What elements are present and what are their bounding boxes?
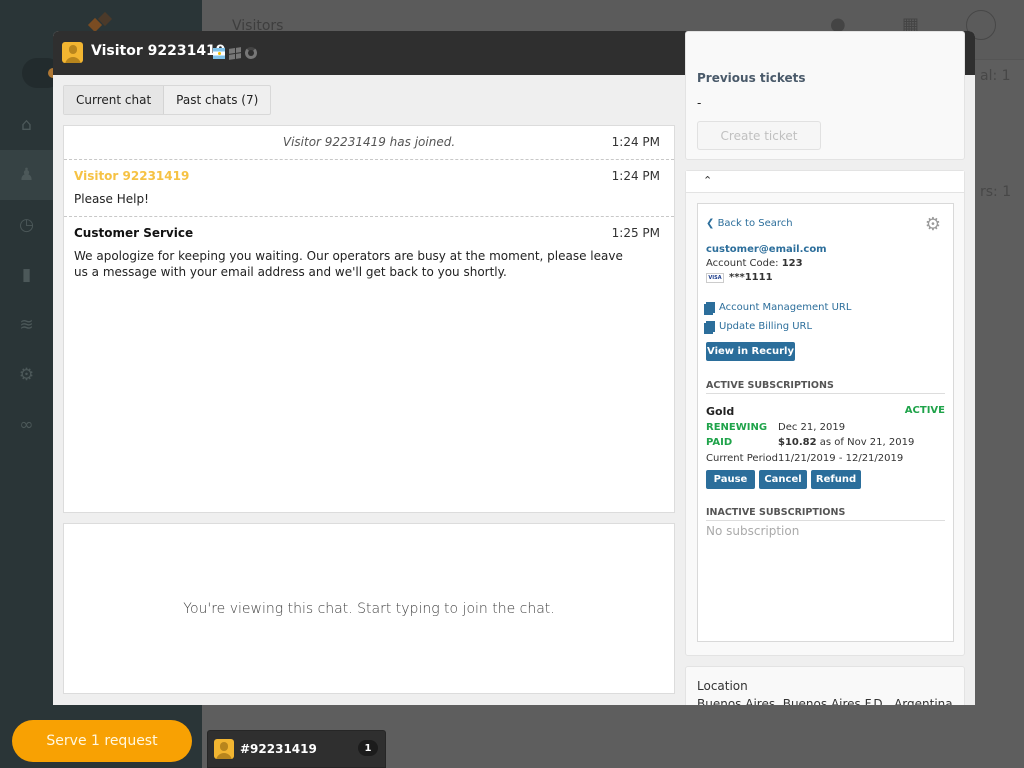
previous-tickets-heading: Previous tickets — [697, 71, 806, 85]
message-time: 1:25 PM — [611, 226, 660, 240]
location-value: Buenos Aires, Buenos Aires F.D., Argenti… — [697, 697, 953, 705]
browser-icon — [245, 47, 257, 59]
message-time: 1:24 PM — [611, 135, 660, 149]
inactive-subscriptions-value: No subscription — [706, 524, 800, 538]
windows-icon — [229, 46, 241, 60]
chat-transcript: Visitor 92231419 has joined. 1:24 PM Vis… — [63, 125, 675, 513]
argentina-flag-icon — [213, 47, 225, 59]
unread-badge: 1 — [358, 740, 378, 756]
nav-home-icon[interactable]: ⌂ — [0, 100, 53, 150]
card-last4: ***1111 — [729, 272, 773, 283]
chevron-up-icon: ⌃ — [703, 174, 713, 187]
paid-value: $10.82 as of Nov 21, 2019 — [778, 437, 915, 448]
copy-icon — [704, 321, 715, 334]
nav-history-icon[interactable]: ◷ — [0, 200, 53, 250]
message-author: Customer Service — [74, 226, 194, 240]
subscription-status: ACTIVE — [904, 405, 945, 416]
chat-tab-label: #92231419 — [240, 742, 317, 756]
modal-title: Visitor 92231419 — [91, 43, 226, 59]
view-in-recurly-button[interactable]: View in Recurly — [706, 342, 795, 361]
subscription-actions: Pause Cancel Refund — [706, 470, 861, 489]
recurly-panel: ❮ Back to Search ⚙ customer@email.com Ac… — [697, 203, 954, 642]
visa-icon: VISA — [706, 272, 724, 283]
collapse-toggle[interactable]: ⌃ — [686, 171, 964, 193]
copy-icon — [704, 302, 715, 315]
message-text: We apologize for keeping you waiting. Ou… — [74, 249, 623, 279]
nav-visitors-icon[interactable]: ♟ — [0, 150, 53, 200]
nav-settings-icon[interactable]: ⚙ — [0, 350, 53, 400]
message-time: 1:24 PM — [611, 169, 660, 183]
nav-analytics-icon[interactable]: ▮ — [0, 250, 53, 300]
cancel-button[interactable]: Cancel — [759, 470, 807, 489]
refund-button[interactable]: Refund — [811, 470, 861, 489]
visitor-avatar-icon — [62, 42, 83, 63]
tab-past-chats[interactable]: Past chats (7) — [164, 86, 270, 114]
gear-icon[interactable]: ⚙ — [925, 214, 941, 235]
system-message: Visitor 92231419 has joined. 1:24 PM — [64, 126, 674, 160]
message-text: Please Help! — [74, 192, 149, 206]
update-billing-url-link[interactable]: Update Billing URL — [704, 321, 812, 334]
account-code: Account Code: 123 — [706, 258, 803, 269]
system-message-text: Visitor 92231419 has joined. — [282, 135, 456, 149]
location-card: Location Buenos Aires, Buenos Aires F.D.… — [685, 666, 965, 705]
composer-hint: You're viewing this chat. Start typing t… — [183, 600, 555, 617]
current-period-label: Current Period — [706, 453, 778, 464]
paid-label: PAID — [706, 437, 733, 448]
serve-request-button[interactable]: Serve 1 request — [12, 720, 192, 762]
create-ticket-button[interactable]: Create ticket — [697, 121, 821, 150]
chat-message: Visitor 92231419 1:24 PM Please Help! — [64, 160, 674, 217]
chat-message: Customer Service 1:25 PM We apologize fo… — [64, 217, 674, 289]
message-composer[interactable]: You're viewing this chat. Start typing t… — [63, 523, 675, 694]
plan-name: Gold — [706, 405, 735, 418]
visitor-chat-modal: Visitor 92231419 Actions ∨ − ✕ Current c… — [53, 31, 975, 705]
tab-current-chat[interactable]: Current chat — [64, 86, 165, 114]
previous-tickets-value: - — [697, 96, 702, 110]
bg-counter-2: rs: 1 — [980, 184, 1012, 200]
payment-card: VISA ***1111 — [706, 272, 773, 283]
nav-monitor-icon[interactable]: ≋ — [0, 300, 53, 350]
chat-tab[interactable]: #92231419 1 — [207, 730, 386, 768]
location-heading: Location — [697, 679, 748, 693]
inactive-subscriptions-heading: INACTIVE SUBSCRIPTIONS — [706, 507, 945, 521]
bg-counter-1: al: 1 — [980, 68, 1011, 84]
nav-integrations-icon[interactable]: ∞ — [0, 400, 53, 450]
message-author: Visitor 92231419 — [74, 169, 190, 183]
renewing-label: RENEWING — [706, 422, 768, 433]
account-management-url-link[interactable]: Account Management URL — [704, 302, 851, 315]
previous-tickets-card: Previous tickets - Create ticket — [685, 31, 965, 160]
chat-tabs: Current chat Past chats (7) — [63, 85, 272, 115]
renewing-date: Dec 21, 2019 — [778, 422, 846, 433]
customer-email[interactable]: customer@email.com — [706, 244, 827, 255]
back-to-search-link[interactable]: ❮ Back to Search — [706, 218, 793, 229]
current-period-value: 11/21/2019 - 12/21/2019 — [778, 453, 904, 464]
active-subscriptions-heading: ACTIVE SUBSCRIPTIONS — [706, 380, 945, 394]
pause-button[interactable]: Pause — [706, 470, 755, 489]
visitor-avatar-icon — [214, 739, 234, 759]
recurly-card: ⌃ ❮ Back to Search ⚙ customer@email.com … — [685, 170, 965, 656]
